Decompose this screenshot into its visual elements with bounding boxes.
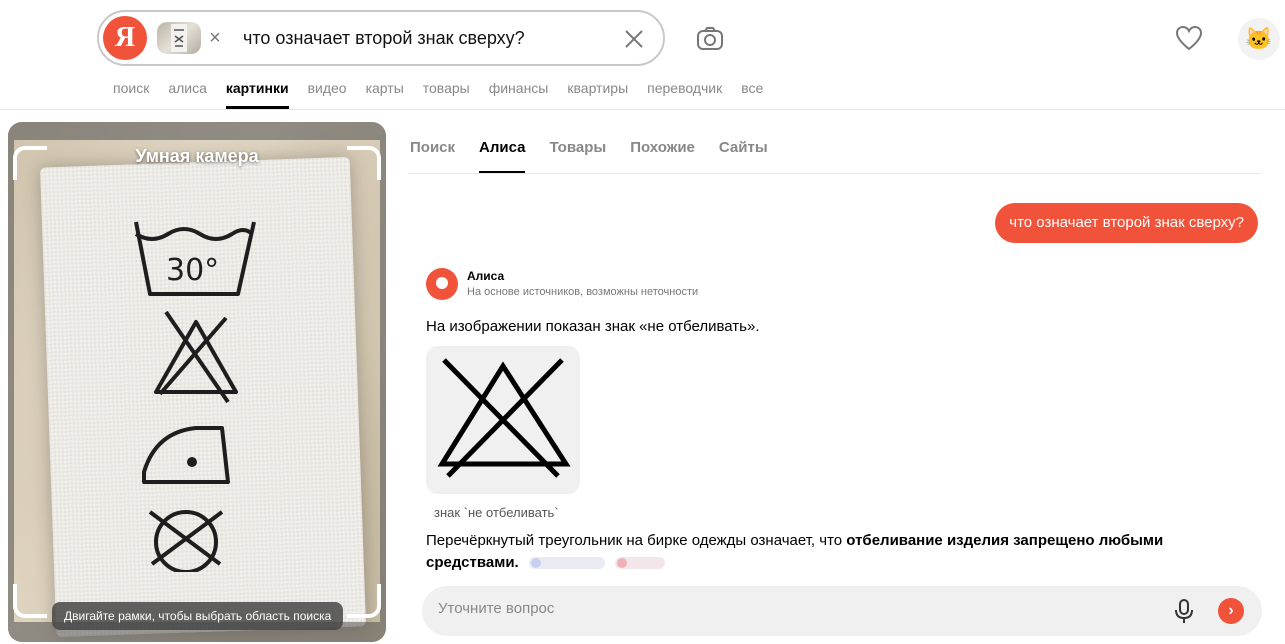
- care-symbols-image: 30°: [134, 221, 256, 572]
- nav-item-finance[interactable]: финансы: [489, 79, 549, 101]
- yandex-logo[interactable]: Я: [103, 16, 147, 60]
- no-bleach-symbol-image[interactable]: [426, 346, 580, 494]
- tab-alice[interactable]: Алиса: [479, 138, 526, 174]
- camera-icon[interactable]: [694, 24, 726, 54]
- nav-item-alice[interactable]: алиса: [168, 79, 207, 101]
- send-button[interactable]: ›: [1218, 598, 1244, 624]
- nav-item-goods[interactable]: товары: [423, 79, 470, 101]
- remove-image-icon[interactable]: ×: [205, 24, 225, 52]
- frame-handle-bottom-left[interactable]: [13, 584, 47, 618]
- cat-avatar-icon[interactable]: 🐱: [1238, 18, 1280, 60]
- frame-handle-bottom-right[interactable]: [347, 584, 381, 618]
- tab-goods[interactable]: Товары: [549, 138, 606, 158]
- nav-item-maps[interactable]: карты: [366, 79, 404, 101]
- frame-dim-left: [8, 140, 14, 622]
- header: Я × что означает второй знак сверху? 🐱 п…: [0, 0, 1285, 110]
- answer-text: Перечёркнутый треугольник на бирке одежд…: [426, 530, 1256, 574]
- nav-item-realty[interactable]: квартиры: [567, 79, 628, 101]
- service-nav: поиск алиса картинки видео карты товары …: [113, 79, 782, 109]
- result-tabs: Поиск Алиса Товары Похожие Сайты: [410, 138, 792, 174]
- ask-input[interactable]: Уточните вопрос: [438, 600, 554, 617]
- frame-dim-top: [8, 122, 386, 140]
- user-message: что означает второй знак сверху?: [995, 203, 1258, 243]
- tab-sites[interactable]: Сайты: [719, 138, 768, 158]
- source-chip-1[interactable]: [528, 557, 605, 570]
- clear-icon[interactable]: [619, 24, 649, 54]
- assistant-subtitle: На основе источников, возможны неточност…: [467, 286, 699, 298]
- ask-box[interactable]: Уточните вопрос ›: [422, 586, 1262, 636]
- tab-similar[interactable]: Похожие: [630, 138, 695, 158]
- search-query[interactable]: что означает второй знак сверху?: [243, 25, 525, 51]
- microphone-icon[interactable]: [1174, 598, 1194, 624]
- heart-icon[interactable]: [1174, 24, 1204, 52]
- answer-intro: На изображении показан знак «не отбелива…: [426, 318, 760, 335]
- tab-search[interactable]: Поиск: [410, 138, 455, 158]
- answer-text-plain: Перечёркнутый треугольник на бирке одежд…: [426, 532, 847, 549]
- image-caption: знак `не отбеливать`: [434, 505, 559, 520]
- alice-logo-icon: [426, 268, 458, 300]
- frame-hint: Двигайте рамки, чтобы выбрать область по…: [52, 602, 344, 630]
- source-chip-2[interactable]: [615, 557, 666, 570]
- nav-item-video[interactable]: видео: [308, 79, 347, 101]
- results-panel: Поиск Алиса Товары Похожие Сайты что озн…: [398, 122, 1285, 644]
- nav-item-all[interactable]: все: [741, 79, 763, 101]
- assistant-name: Алиса: [467, 269, 505, 283]
- tabs-divider: [408, 173, 1260, 174]
- search-box[interactable]: Я × что означает второй знак сверху?: [97, 10, 665, 66]
- svg-text:30°: 30°: [166, 253, 219, 288]
- frame-dim-right: [380, 140, 386, 622]
- image-thumbnail[interactable]: [157, 22, 201, 54]
- smart-camera-title: Умная камера: [135, 146, 259, 166]
- nav-item-images[interactable]: картинки: [225, 79, 289, 109]
- nav-item-search[interactable]: поиск: [113, 79, 149, 101]
- nav-item-translator[interactable]: переводчик: [647, 79, 722, 101]
- smart-camera-panel[interactable]: 30° Умная камера Двигайте рамки, чтобы в…: [8, 122, 386, 642]
